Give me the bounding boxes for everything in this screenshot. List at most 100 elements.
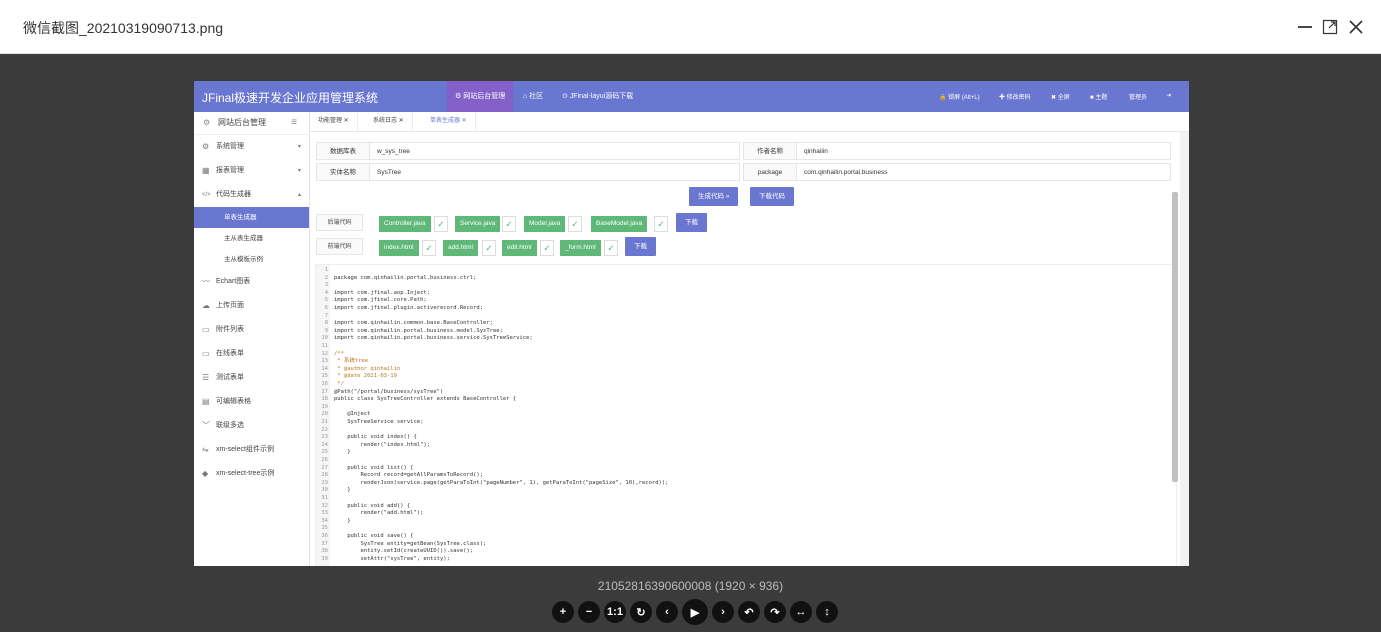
sidebar-item-upload[interactable]: ☁ 上传页面: [194, 294, 309, 318]
vertical-scrollbar[interactable]: [1172, 192, 1178, 482]
line-number: 10: [321, 335, 328, 342]
code-text: renderJson(service.page(getParaToInt("pa…: [334, 479, 669, 486]
author-field[interactable]: 作者名称 qinhailin: [743, 142, 1171, 160]
backend-file-controller[interactable]: Controller.java: [379, 216, 431, 232]
change-password-link[interactable]: ✚ 修改密码: [999, 92, 1031, 101]
backend-file-basemodel[interactable]: BaseModel.java: [591, 216, 648, 232]
table-icon: ▤: [202, 397, 210, 406]
code-line: 15 * @date 2021-03-19: [316, 373, 397, 381]
sidebar-item-xm-select[interactable]: ⇋ xm-select组件示例: [194, 438, 309, 462]
backend-download-button[interactable]: 下载: [676, 213, 707, 232]
zoom-out-icon[interactable]: −: [578, 601, 600, 623]
flip-vertical-icon[interactable]: ↕: [816, 601, 838, 623]
code-text: render("add.html");: [334, 510, 424, 517]
sidebar-item-system[interactable]: ⚙ 系统管理 ▾: [194, 135, 309, 159]
fullscreen-link[interactable]: ✖ 全屏: [1051, 92, 1070, 101]
sidebar-subitem-template[interactable]: 主从模板示例: [194, 249, 309, 270]
check-icon[interactable]: ✓: [502, 216, 516, 232]
app-header: JFinal极速开发企业应用管理系统 ⚙ 网站后台管理 ⌂ 社区 ⊙ JFina…: [194, 81, 1189, 112]
logout-icon[interactable]: ⇥: [1166, 92, 1171, 99]
menu-toggle-icon[interactable]: ≡: [291, 112, 297, 134]
flip-horizontal-icon[interactable]: ↔: [790, 601, 812, 623]
sidebar-item-label: 系统管理: [216, 143, 244, 150]
sidebar-subitem-master-detail[interactable]: 主从表生成器: [194, 228, 309, 249]
frontend-file-add[interactable]: add.html: [443, 240, 478, 256]
tab-single-table[interactable]: 单表生成器 ✕: [422, 112, 476, 131]
download-code-button[interactable]: 下载代码: [750, 187, 794, 206]
tab-function-manage[interactable]: 功能管理 ✕: [310, 112, 358, 131]
sidebar-item-xm-select-tree[interactable]: ◆ xm-select-tree示例: [194, 462, 309, 486]
theme-link[interactable]: ■ 主题: [1090, 92, 1107, 101]
sidebar-item-online-form[interactable]: ▭ 在线表单: [194, 342, 309, 366]
db-table-field[interactable]: 数据库表 w_sys_tree: [316, 142, 740, 160]
line-number: 24: [321, 441, 328, 448]
close-icon[interactable]: [1346, 17, 1366, 37]
sidebar-item-cascade[interactable]: ﹀ 联级多选: [194, 414, 309, 438]
line-number: 33: [321, 510, 328, 517]
nav-community[interactable]: ⌂ 社区: [515, 81, 551, 112]
screenshot-image: JFinal极速开发企业应用管理系统 ⚙ 网站后台管理 ⌂ 社区 ⊙ JFina…: [194, 81, 1189, 566]
gear-icon: ⚙: [202, 142, 210, 151]
check-icon[interactable]: ✓: [434, 216, 448, 232]
sidebar-item-label: 测试表单: [216, 374, 244, 381]
frontend-file-form[interactable]: _form.html: [560, 240, 601, 256]
sidebar-item-editable-table[interactable]: ▤ 可编辑表格: [194, 390, 309, 414]
minimize-icon[interactable]: [1295, 17, 1315, 37]
sidebar-item-attachments[interactable]: ▭ 附件列表: [194, 318, 309, 342]
code-text: public void add() {: [334, 502, 411, 509]
check-icon[interactable]: ✓: [482, 240, 496, 256]
frontend-file-index[interactable]: index.html: [379, 240, 419, 256]
play-icon[interactable]: ▶: [682, 599, 708, 625]
check-icon[interactable]: ✓: [422, 240, 436, 256]
sidebar-item-test-form[interactable]: ☰ 测试表单: [194, 366, 309, 390]
tab-system-log[interactable]: 系统日志 ✕: [365, 112, 413, 131]
line-number: 30: [321, 487, 328, 494]
line-number: 37: [321, 540, 328, 547]
entity-name-label: 实体名称: [317, 164, 370, 180]
rotate-right-icon[interactable]: ↷: [764, 601, 786, 623]
check-icon[interactable]: ✓: [604, 240, 618, 256]
sidebar-item-reports[interactable]: ▦ 报表管理 ▾: [194, 159, 309, 183]
zoom-in-icon[interactable]: +: [552, 601, 574, 623]
sidebar-item-codegen[interactable]: </> 代码生成器 ▴: [194, 183, 309, 207]
code-line: 37 SysTree entity=getBean(SysTree.class)…: [316, 541, 486, 549]
code-text: import com.jfinal.aop.Inject;: [334, 289, 431, 296]
previous-icon[interactable]: ‹: [656, 601, 678, 623]
entity-name-field[interactable]: 实体名称 SysTree: [316, 163, 740, 181]
next-icon[interactable]: ›: [712, 601, 734, 623]
frontend-file-edit[interactable]: edit.html: [502, 240, 537, 256]
lock-screen-link[interactable]: 🔒 锁屏 (Alt+L): [939, 92, 980, 101]
reset-icon[interactable]: ↻: [630, 601, 652, 623]
nav-download[interactable]: ⊙ JFinal-layui源码下载: [554, 81, 641, 112]
check-icon[interactable]: ✓: [654, 216, 668, 232]
generate-code-button[interactable]: 生成代码 »: [689, 187, 739, 206]
actual-size-icon[interactable]: 1:1: [604, 601, 626, 623]
diamond-icon: ◆: [202, 469, 209, 478]
backend-file-service[interactable]: Service.java: [455, 216, 501, 232]
check-icon[interactable]: ✓: [568, 216, 582, 232]
frontend-code-label: 前端代码: [316, 238, 363, 255]
package-field[interactable]: package com.qinhailin.portal.business: [743, 163, 1171, 181]
check-icon[interactable]: ✓: [540, 240, 554, 256]
line-number: 29: [321, 479, 328, 486]
chevron-down-icon: ▾: [297, 144, 301, 150]
code-preview[interactable]: 1 2 package com.qinhailin.portal.business.…: [315, 264, 1177, 566]
maximize-icon[interactable]: [1320, 17, 1340, 37]
frontend-download-button[interactable]: 下载: [625, 237, 656, 256]
sidebar-subitem-single-table[interactable]: 单表生成器: [194, 207, 309, 228]
nav-admin[interactable]: ⚙ 网站后台管理: [447, 81, 514, 112]
code-text: @Inject: [334, 411, 371, 418]
sidebar-item-echart[interactable]: 〰 Echart图表: [194, 270, 309, 294]
line-number: 26: [321, 457, 328, 463]
rotate-left-icon[interactable]: ↶: [738, 601, 760, 623]
backend-file-model[interactable]: Model.java: [524, 216, 566, 232]
line-number: 13: [321, 358, 328, 365]
admin-user-link[interactable]: 管理员: [1129, 92, 1147, 101]
backend-code-label: 后端代码: [316, 214, 363, 231]
code-line: 32 public void add() {: [316, 503, 410, 511]
entity-name-value: SysTree: [377, 169, 401, 176]
code-text: }: [334, 449, 351, 456]
window-titlebar: 微信截图_20210319090713.png: [0, 0, 1381, 54]
code-text: import com.jfinal.core.Path;: [334, 297, 427, 304]
code-text: }: [334, 517, 351, 524]
